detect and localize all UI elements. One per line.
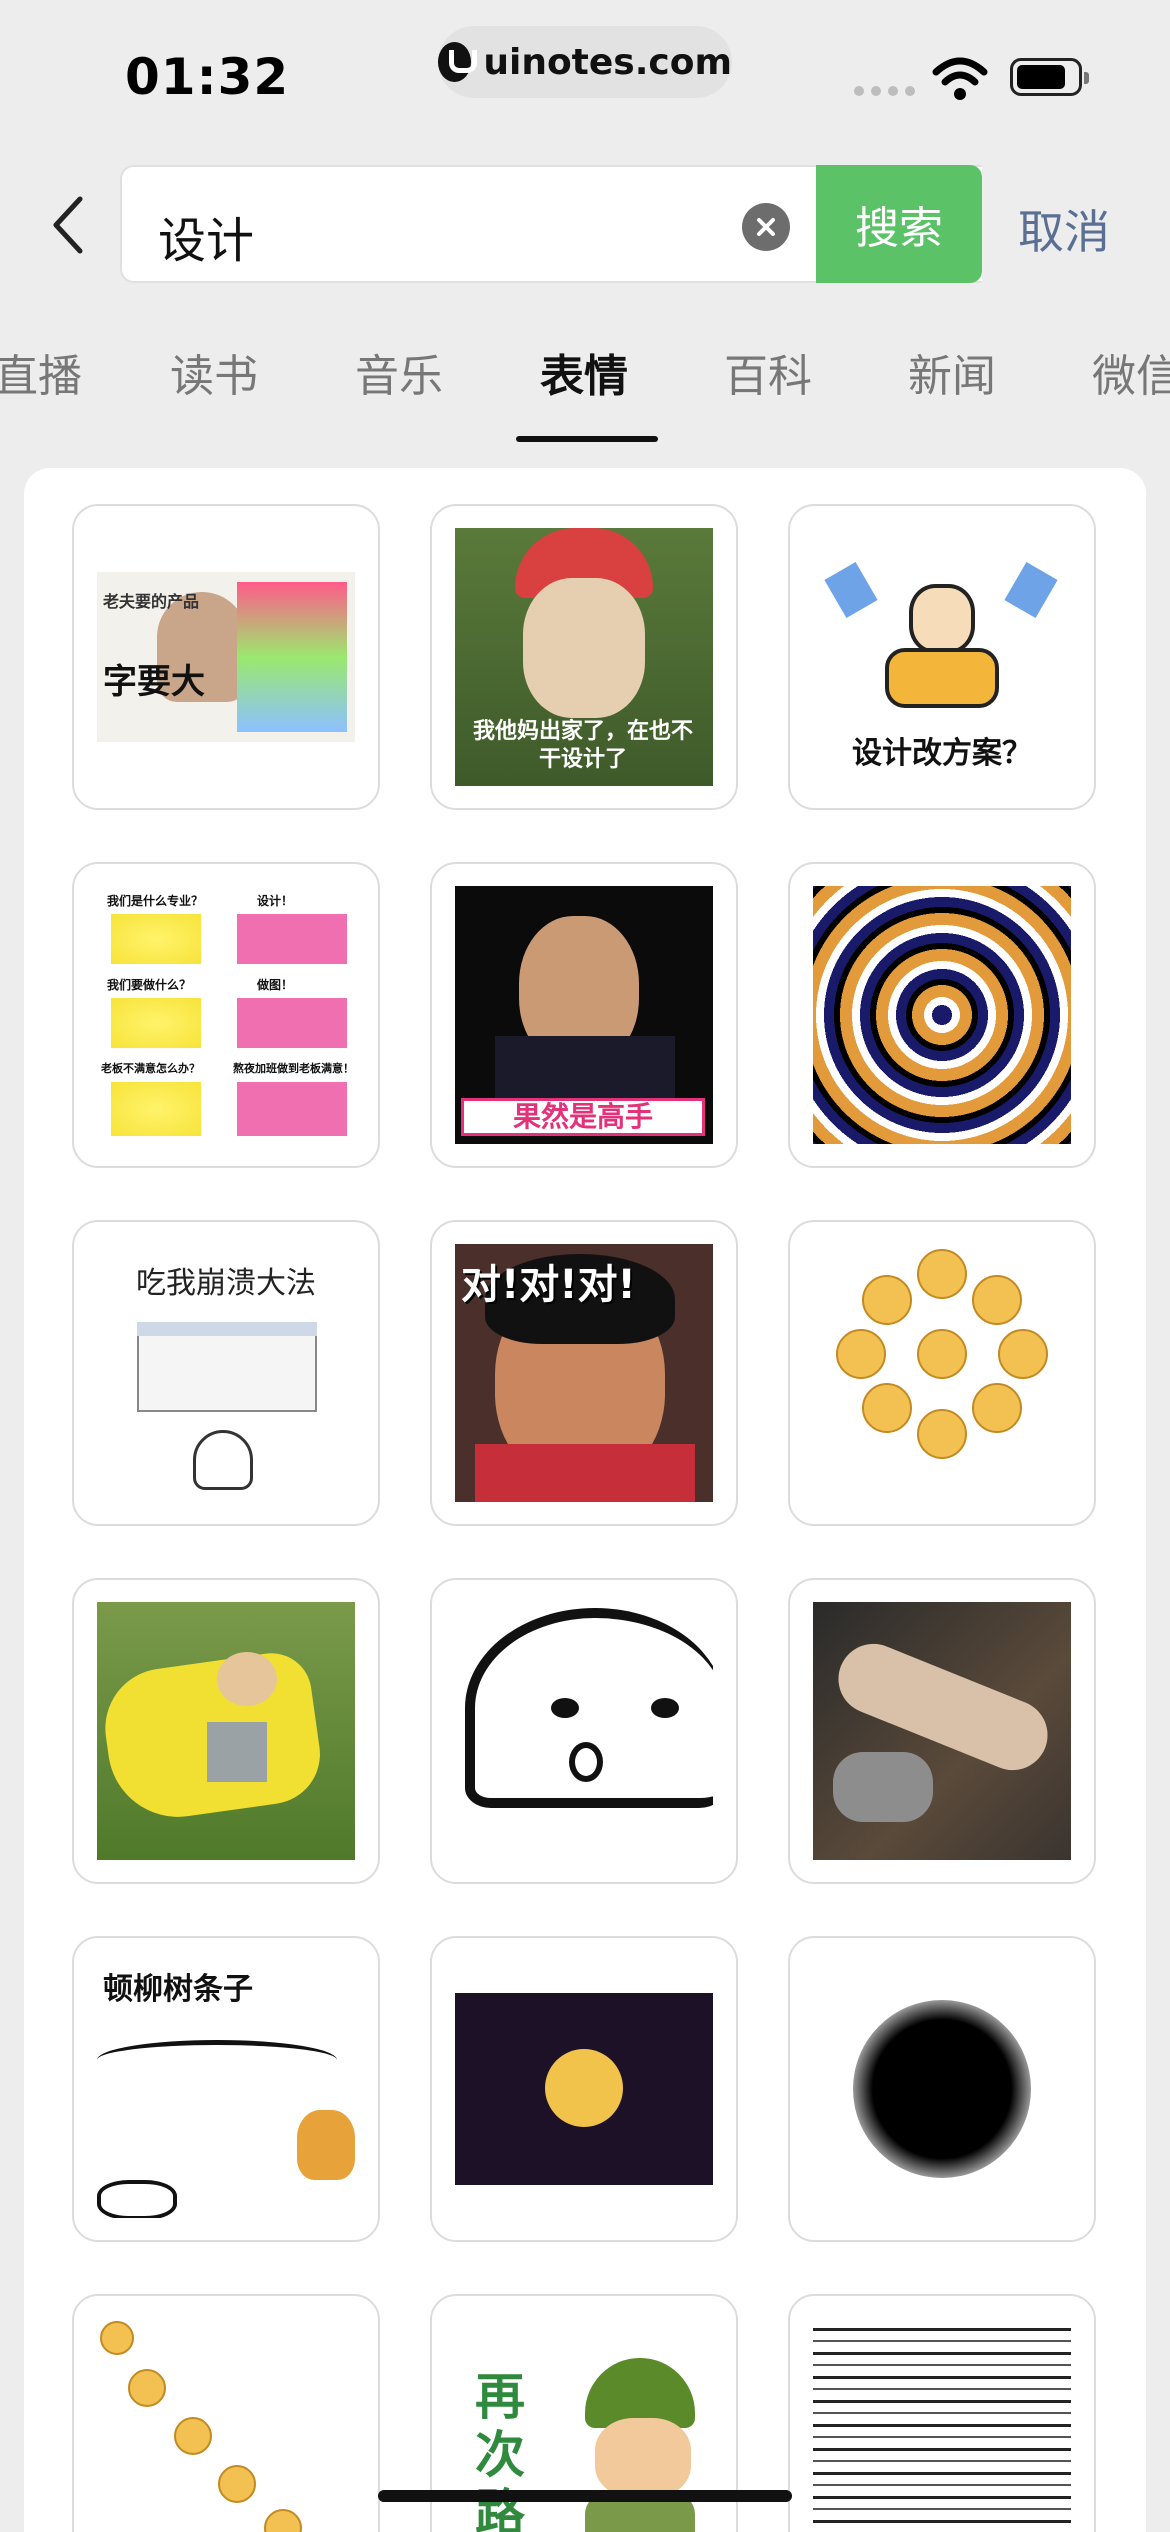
smiley-ring-image	[836, 1249, 1048, 1459]
tab-books[interactable]: 读书	[170, 340, 258, 404]
sticker-item[interactable]	[788, 1936, 1096, 2242]
sticker-image: 设计改方案？	[813, 528, 1071, 786]
close-icon	[757, 218, 775, 236]
sticker-image	[813, 1602, 1071, 1860]
sticker-image	[97, 1602, 355, 1860]
clear-search-button[interactable]	[742, 203, 790, 251]
tab-live[interactable]: 直播	[0, 340, 82, 404]
sticker-image: 我们是什么专业？ 设计！ 我们要做什么？ 做图！ 老板不满意怎么办？ 熬夜加班做…	[97, 886, 355, 1144]
sticker-results: 老夫要的产品 字要大 我他妈出家了，在也不干设计了 设计改方案？ 我们是什么专业…	[24, 468, 1146, 2532]
sticker-item[interactable]: 吃我崩溃大法	[72, 1220, 380, 1526]
sticker-image	[455, 1602, 713, 1860]
wifi-icon	[932, 57, 988, 100]
chevron-left-icon	[53, 196, 83, 254]
active-tab-indicator	[516, 436, 658, 442]
sticker-image	[813, 2318, 1071, 2532]
sticker-item[interactable]	[72, 1578, 380, 1884]
home-indicator[interactable]	[378, 2490, 792, 2502]
status-time: 01:32	[125, 48, 290, 106]
site-logo-icon	[438, 42, 478, 82]
tab-encyclopedia[interactable]: 百科	[724, 340, 812, 404]
sticker-image	[813, 1244, 1071, 1502]
sticker-image	[97, 2318, 355, 2532]
cellular-signal-icon	[854, 86, 915, 96]
cancel-button[interactable]: 取消	[1018, 196, 1110, 262]
tab-music[interactable]: 音乐	[355, 340, 443, 404]
sticker-image: 吃我崩溃大法	[97, 1244, 355, 1502]
url-pill[interactable]: uinotes.com	[438, 26, 732, 98]
sticker-item[interactable]	[72, 2294, 380, 2532]
category-tabs: 直播 读书 音乐 表情 百科 新闻 微信	[0, 320, 1170, 442]
sticker-image	[455, 1993, 713, 2185]
sticker-item[interactable]	[788, 1578, 1096, 1884]
tab-stickers[interactable]: 表情	[540, 340, 628, 404]
sticker-item[interactable]: 设计改方案？	[788, 504, 1096, 810]
search-query-text: 设计	[158, 213, 255, 269]
sticker-item[interactable]: 对!对!对!	[430, 1220, 738, 1526]
url-text: uinotes.com	[483, 41, 732, 83]
battery-icon	[1010, 58, 1089, 96]
back-button[interactable]	[40, 190, 94, 260]
search-button[interactable]: 搜索	[816, 165, 982, 283]
sticker-image: 老夫要的产品 字要大	[97, 572, 355, 742]
sticker-item[interactable]	[430, 1578, 738, 1884]
sticker-item[interactable]: 果然是高手	[430, 862, 738, 1168]
sticker-item[interactable]	[788, 1220, 1096, 1526]
sticker-item[interactable]: 老夫要的产品 字要大	[72, 504, 380, 810]
sticker-image: 果然是高手	[455, 886, 713, 1144]
sticker-image: 对!对!对!	[455, 1244, 713, 1502]
sticker-image: 顿柳树条子	[97, 1960, 355, 2218]
sticker-item[interactable]	[788, 862, 1096, 1168]
status-bar: 01:32 uinotes.com	[0, 0, 1170, 150]
coin-trail-image	[100, 2321, 302, 2532]
sticker-image	[813, 886, 1071, 1144]
sticker-item[interactable]: 我他妈出家了，在也不干设计了	[430, 504, 738, 810]
sticker-item[interactable]: 顿柳树条子	[72, 1936, 380, 2242]
sticker-item[interactable]	[788, 2294, 1096, 2532]
sticker-image	[813, 1960, 1071, 2218]
sticker-image: 我他妈出家了，在也不干设计了	[455, 528, 713, 786]
sticker-item[interactable]	[430, 1936, 738, 2242]
tab-wechat[interactable]: 微信	[1092, 340, 1170, 404]
tab-news[interactable]: 新闻	[908, 340, 996, 404]
sticker-item[interactable]: 我们是什么专业？ 设计！ 我们要做什么？ 做图！ 老板不满意怎么办？ 熬夜加班做…	[72, 862, 380, 1168]
